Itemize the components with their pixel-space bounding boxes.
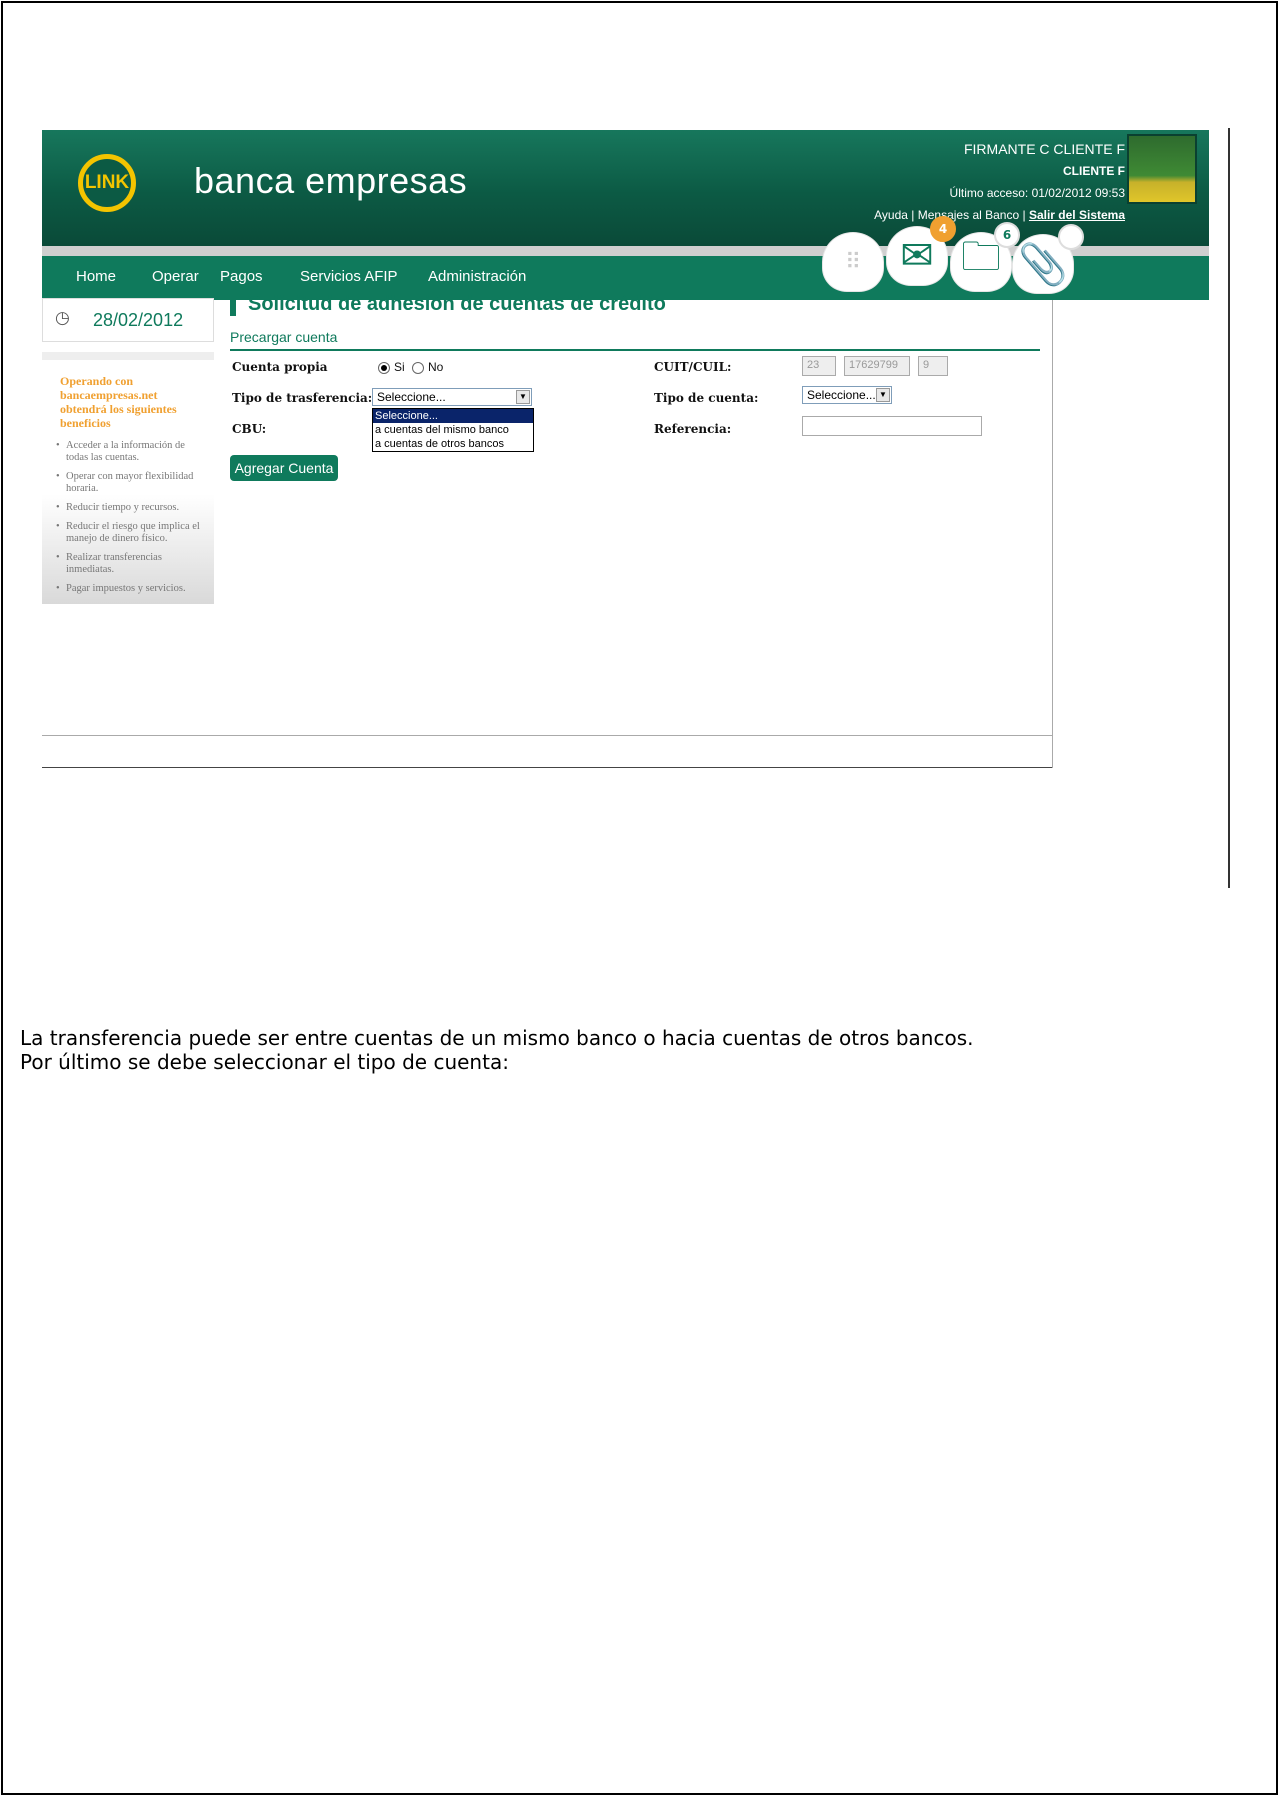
app-screenshot: LINK banca empresas FIRMANTE C CLIENTE F…: [42, 130, 1209, 882]
tipo-cuenta-value: Seleccione...: [807, 388, 876, 402]
client-name: CLIENTE F: [1063, 164, 1125, 178]
clock-icon: ◷: [55, 308, 70, 328]
referencia-input[interactable]: [802, 416, 982, 436]
exit-link[interactable]: Salir del Sistema: [1029, 208, 1125, 222]
cuit-prefix-field[interactable]: 23: [802, 356, 836, 376]
list-item: Operar con mayor flexibilidad horaria.: [56, 471, 204, 495]
footer-bottom-line: [42, 767, 1052, 768]
cuit-label: CUIT/CUIL:: [654, 360, 732, 374]
tipo-transferencia-dropdown: Seleccione... a cuentas del mismo banco …: [372, 408, 534, 452]
nav-administracion[interactable]: Administración: [428, 268, 526, 285]
dropdown-option[interactable]: a cuentas de otros bancos: [373, 437, 533, 451]
footer-divider: [42, 735, 1052, 736]
list-item: Reducir el riesgo que implica el manejo …: [56, 521, 204, 545]
document-text: La transferencia puede ser entre cuentas…: [20, 1026, 1260, 1074]
paragraph: La transferencia puede ser entre cuentas…: [20, 1026, 974, 1050]
radio-unselected-icon[interactable]: [412, 361, 424, 374]
list-item: Pagar impuestos y servicios.: [56, 583, 204, 595]
chevron-down-icon[interactable]: ▼: [516, 390, 530, 404]
header-links: Ayuda | Mensajes al Banco | Salir del Si…: [874, 204, 1125, 226]
help-link[interactable]: Ayuda: [874, 208, 908, 222]
link-separator: |: [911, 208, 915, 222]
date-box: ◷ 28/02/2012: [42, 298, 214, 342]
benefits-panel: Operando con bancaempresas.net obtendrá …: [42, 352, 214, 604]
radio-no[interactable]: No: [412, 360, 443, 374]
content-border: [1052, 300, 1053, 768]
section-divider: [230, 349, 1040, 351]
nav-servicios-afip[interactable]: Servicios AFIP: [300, 268, 398, 285]
paragraph: Por último se debe seleccionar el tipo d…: [20, 1050, 509, 1074]
last-access: Último acceso: 01/02/2012 09:53: [949, 186, 1125, 200]
nav-operar[interactable]: Operar: [152, 268, 199, 285]
referencia-label: Referencia:: [654, 422, 732, 436]
tipo-transferencia-label: Tipo de trasferencia:: [232, 391, 373, 405]
paperclip-badge: [1058, 224, 1084, 250]
chevron-down-icon[interactable]: ▼: [876, 388, 890, 402]
benefits-title: Operando con bancaempresas.net obtendrá …: [60, 374, 177, 430]
cbu-label: CBU:: [232, 422, 267, 436]
link-separator: |: [1022, 208, 1026, 222]
nav-home[interactable]: Home: [76, 268, 116, 285]
user-name: FIRMANTE C CLIENTE F: [963, 141, 1125, 157]
list-item: Realizar transferencias inmediatas.: [56, 552, 204, 576]
cuit-number-field[interactable]: 17629799: [844, 356, 910, 376]
add-account-button[interactable]: Agregar Cuenta: [230, 455, 338, 481]
calendar-icon[interactable]: ⠿: [822, 232, 884, 292]
tipo-transferencia-value: Seleccione...: [377, 390, 446, 404]
brand-name: banca empresas: [194, 160, 468, 201]
user-block: FIRMANTE C CLIENTE F CLIENTE F Último ac…: [874, 138, 1125, 226]
dropdown-option[interactable]: Seleccione...: [373, 409, 533, 423]
cuenta-propia-label: Cuenta propia: [232, 360, 328, 374]
folder-count-badge: 6: [994, 222, 1020, 248]
radio-no-label: No: [428, 360, 444, 374]
radio-selected-icon[interactable]: [378, 361, 390, 374]
cuit-check-field[interactable]: 9: [918, 356, 948, 376]
list-item: Reducir tiempo y recursos.: [56, 502, 204, 514]
current-date: 28/02/2012: [93, 310, 184, 330]
mail-count-badge: 4: [930, 216, 956, 242]
nav-pagos[interactable]: Pagos: [220, 268, 263, 285]
page-title: Solicitud de adhesión de cuentas de créd…: [230, 292, 666, 316]
avatar: [1127, 134, 1197, 204]
quick-icons: ⠿ ✉ 4 🗀 6 📎: [822, 216, 1202, 294]
tipo-cuenta-label: Tipo de cuenta:: [654, 391, 759, 405]
tipo-transferencia-select[interactable]: Seleccione... ▼: [372, 388, 532, 406]
benefits-list: Acceder a la información de todas las cu…: [42, 440, 214, 595]
scrollbar-edge: [1228, 128, 1230, 888]
radio-si-label: Si: [394, 360, 405, 374]
section-subtitle: Precargar cuenta: [230, 329, 338, 345]
dropdown-option[interactable]: a cuentas del mismo banco: [373, 423, 533, 437]
tipo-cuenta-select[interactable]: Seleccione... ▼: [802, 386, 892, 404]
list-item: Acceder a la información de todas las cu…: [56, 440, 204, 464]
radio-si[interactable]: Si: [378, 360, 405, 374]
link-logo[interactable]: LINK: [78, 154, 136, 212]
